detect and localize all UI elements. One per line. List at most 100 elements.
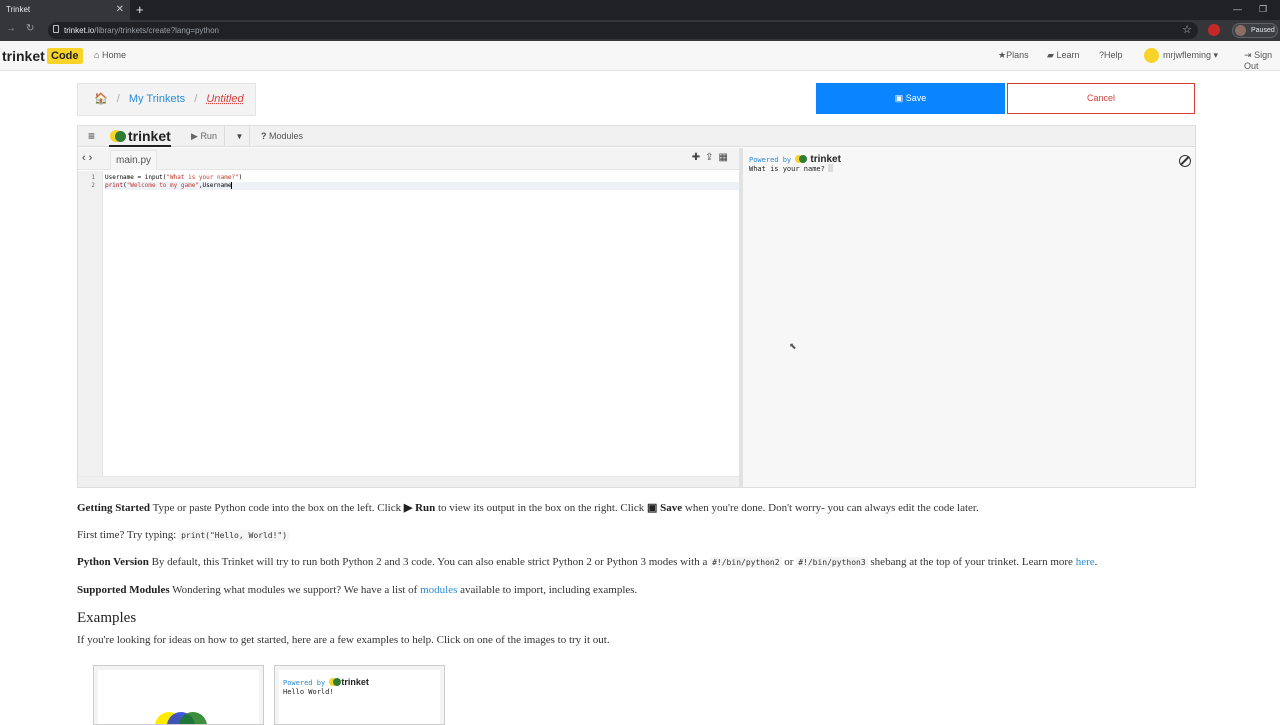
nav-plans-label: Plans bbox=[1006, 50, 1029, 60]
lock-icon bbox=[53, 25, 59, 33]
extension-icon[interactable] bbox=[1208, 24, 1220, 36]
nav-help[interactable]: ?Help bbox=[1099, 50, 1123, 60]
nav-home-label: Home bbox=[101, 50, 126, 60]
line-number: 2 bbox=[91, 182, 95, 189]
example-output: Powered by trinket Hello World! bbox=[283, 678, 369, 697]
browser-tab-bar: Trinket ✕ + — ❐ bbox=[0, 0, 1280, 20]
editor-tabs: ‹› main.py ✚⇪▦ bbox=[78, 148, 739, 170]
modules-button[interactable]: ? Modules bbox=[261, 126, 303, 147]
new-tab-button[interactable]: + bbox=[136, 0, 144, 19]
save-button[interactable]: ▣ Save bbox=[816, 83, 1005, 114]
nav-signout[interactable]: ⇥ Sign Out bbox=[1244, 50, 1280, 71]
run-options-dropdown[interactable]: ▼ bbox=[230, 126, 250, 147]
cancel-button[interactable]: Cancel bbox=[1007, 83, 1195, 114]
browser-tab[interactable]: Trinket ✕ bbox=[0, 0, 130, 20]
widget-logo-text: trinket bbox=[128, 128, 171, 144]
code-area[interactable]: Username = input("What is your name?") p… bbox=[104, 171, 739, 487]
modules-link[interactable]: modules bbox=[420, 584, 457, 596]
modules-paragraph: Supported Modules Wondering what modules… bbox=[77, 584, 637, 596]
venn-diagram-image bbox=[153, 712, 213, 724]
play-icon: ▶ bbox=[191, 131, 198, 141]
text: available to import, including examples. bbox=[460, 584, 638, 596]
breadcrumb-home-icon[interactable]: 🏠 bbox=[94, 93, 108, 105]
text: First time? Try typing: bbox=[77, 529, 177, 541]
text: Wondering what modules we support? We ha… bbox=[172, 584, 418, 596]
learn-more-link[interactable]: here bbox=[1076, 556, 1095, 568]
powered-by-label: Powered by bbox=[749, 156, 792, 164]
first-time-paragraph: First time? Try typing: print("Hello, Wo… bbox=[77, 529, 290, 541]
user-avatar[interactable] bbox=[1144, 48, 1159, 63]
run-button[interactable]: ▶ Run bbox=[184, 126, 225, 147]
modules-label: Modules bbox=[269, 131, 304, 141]
code-keyword: print bbox=[105, 182, 124, 189]
code-token: Username = input( bbox=[105, 174, 167, 181]
caret-down-icon: ▼ bbox=[235, 132, 244, 141]
run-inline: ▶ Run bbox=[404, 502, 435, 514]
hamburger-menu-icon[interactable]: ≡ bbox=[88, 129, 95, 143]
text: By default, this Trinket will try to run… bbox=[151, 556, 708, 568]
user-menu[interactable]: mrjwfleming ▾ bbox=[1163, 50, 1218, 61]
example-preview bbox=[98, 670, 259, 724]
widget-logo[interactable]: trinket bbox=[109, 128, 171, 147]
save-label: Save bbox=[905, 93, 927, 103]
tab-title: Trinket bbox=[6, 5, 31, 14]
trinket-logo-icon bbox=[110, 130, 126, 143]
graduation-cap-icon: ▰ bbox=[1047, 50, 1054, 60]
code-editor[interactable]: ‹› main.py ✚⇪▦ 1 2 Username = input("Wha… bbox=[78, 148, 739, 487]
trinket-widget: ≡ trinket ▶ Run ▼ ? Modules ‹› main.py ✚… bbox=[77, 125, 1196, 488]
examples-intro: If you're looking for ideas on how to ge… bbox=[77, 634, 610, 646]
trinket-logo-icon bbox=[795, 155, 808, 163]
text: shebang at the top of your trinket. Lear… bbox=[870, 556, 1073, 568]
text-cursor bbox=[231, 182, 233, 189]
breadcrumb-my-trinkets[interactable]: My Trinkets bbox=[129, 93, 185, 105]
username: mrjwfleming bbox=[1163, 50, 1212, 60]
code-line: Username = input("What is your name?") bbox=[105, 174, 739, 182]
toggle-tabs-icon[interactable]: ‹› bbox=[82, 152, 95, 164]
example-preview: Powered by trinket Hello World! bbox=[279, 670, 440, 724]
profile-status: Paused bbox=[1251, 27, 1275, 34]
add-file-icon[interactable]: ✚ bbox=[692, 152, 705, 163]
run-label: Run bbox=[200, 131, 217, 141]
code-token: ) bbox=[238, 174, 243, 181]
run-word: Run bbox=[415, 502, 436, 514]
back-icon[interactable]: → bbox=[6, 23, 16, 34]
question-icon: ? bbox=[261, 131, 267, 141]
site-header: trinket Code ⌂ Home ★Plans ▰ Learn ?Help… bbox=[0, 41, 1280, 71]
powered-by-label: Powered by bbox=[283, 679, 326, 687]
upload-icon[interactable]: ⇪ bbox=[705, 152, 718, 163]
horizontal-scrollbar[interactable] bbox=[78, 476, 739, 487]
nav-learn[interactable]: ▰ Learn bbox=[1047, 50, 1079, 61]
nav-plans[interactable]: ★Plans bbox=[998, 50, 1029, 61]
code-snippet: print("Hello, World!") bbox=[179, 530, 290, 541]
console-output: What is your name? bbox=[749, 164, 833, 173]
url-input[interactable]: trinket.io/library/trinkets/create?lang=… bbox=[48, 22, 1198, 39]
nav-help-label: Help bbox=[1104, 50, 1123, 60]
reload-icon[interactable]: ↻ bbox=[26, 23, 34, 34]
example-card[interactable] bbox=[93, 665, 264, 725]
maximize-icon[interactable]: ❐ bbox=[1259, 0, 1267, 18]
nav-learn-label: Learn bbox=[1056, 50, 1080, 60]
breadcrumb: 🏠 / My Trinkets / Untitled bbox=[77, 83, 256, 116]
home-icon: ⌂ bbox=[94, 50, 100, 60]
console-input-cursor[interactable] bbox=[827, 164, 833, 172]
nav-home[interactable]: ⌂ Home bbox=[94, 50, 126, 60]
floppy-icon: ▣ bbox=[646, 502, 658, 514]
modules-label: Supported Modules bbox=[77, 584, 170, 596]
tab-close-icon[interactable]: ✕ bbox=[116, 0, 124, 20]
site-logo-badge[interactable]: Code bbox=[47, 48, 83, 64]
star-icon: ★ bbox=[998, 50, 1007, 60]
profile-button[interactable]: Paused bbox=[1232, 23, 1278, 38]
trinket-title[interactable]: Untitled bbox=[206, 93, 243, 105]
text: Type or paste Python code into the box o… bbox=[152, 502, 402, 514]
clear-output-icon[interactable] bbox=[1179, 155, 1191, 167]
file-tab-main[interactable]: main.py bbox=[110, 150, 158, 170]
examples-heading: Examples bbox=[77, 610, 137, 626]
code-line-active: print("Welcome to my game",Username bbox=[105, 182, 739, 190]
minimize-icon[interactable]: — bbox=[1233, 0, 1242, 18]
output-pane[interactable]: Powered by trinket What is your name? bbox=[743, 148, 1195, 487]
site-logo[interactable]: trinket bbox=[2, 48, 45, 64]
example-card[interactable]: Powered by trinket Hello World! bbox=[274, 665, 445, 725]
image-icon[interactable]: ▦ bbox=[719, 152, 733, 163]
bookmark-star-icon[interactable]: ☆ bbox=[1182, 23, 1192, 36]
getting-started-label: Getting Started bbox=[77, 502, 151, 514]
